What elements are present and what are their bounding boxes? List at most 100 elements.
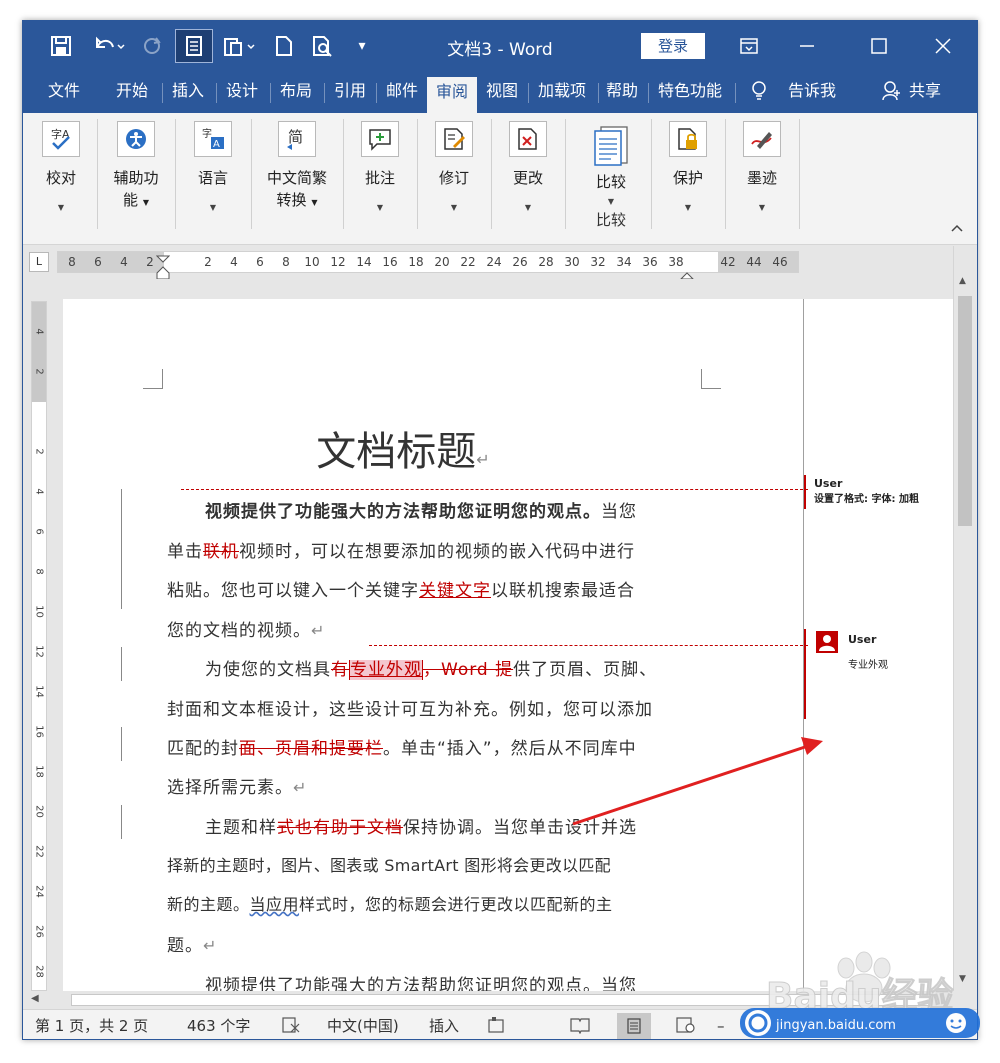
ruler-number: 16 bbox=[382, 255, 398, 269]
vruler-number: 10 bbox=[33, 605, 45, 618]
tab-view[interactable]: 视图 bbox=[479, 71, 525, 113]
ruler-number: 20 bbox=[434, 255, 450, 269]
tab-home[interactable]: 开始 bbox=[107, 71, 157, 113]
changes-label: 更改 bbox=[512, 169, 543, 187]
accessibility-label-line1: 辅助功 bbox=[113, 169, 159, 187]
svg-text:简: 简 bbox=[288, 128, 303, 146]
language-status[interactable]: 中文(中国) bbox=[327, 1016, 399, 1036]
ink-label: 墨迹 bbox=[746, 169, 777, 187]
tell-me-search[interactable]: 告诉我 bbox=[779, 71, 845, 113]
tab-file[interactable]: 文件 bbox=[35, 71, 93, 113]
read-mode-icon[interactable] bbox=[569, 1016, 591, 1039]
minimize-icon[interactable] bbox=[785, 29, 829, 63]
vertical-scrollbar[interactable]: ▲ ▼ bbox=[953, 246, 975, 991]
vruler-number: 24 bbox=[33, 885, 45, 898]
comments-button[interactable]: 批注 ▼ bbox=[349, 117, 411, 239]
ruler-number: 26 bbox=[512, 255, 528, 269]
accessibility-icon bbox=[117, 121, 155, 157]
annotation-arrow bbox=[572, 737, 823, 826]
scroll-thumb[interactable] bbox=[958, 296, 972, 526]
language-label: 语言 bbox=[197, 169, 228, 187]
ink-button[interactable]: 墨迹 ▼ bbox=[731, 117, 793, 239]
tab-selector[interactable]: L bbox=[29, 252, 49, 272]
title-bar: ▾ 文档3 - Word 登录 bbox=[23, 21, 977, 71]
proofing-label: 校对 bbox=[45, 169, 76, 187]
tab-help[interactable]: 帮助 bbox=[599, 71, 645, 113]
ruler-track[interactable]: 8 6 4 2 2 4 6 8 10 12 14 16 18 20 22 24 26 28 30 32 34 36 38 42… bbox=[57, 251, 799, 280]
document-view-icon[interactable] bbox=[175, 29, 213, 63]
paste-icon[interactable] bbox=[217, 29, 261, 63]
scroll-up-icon[interactable]: ▲ bbox=[959, 276, 966, 286]
page-count[interactable]: 第 1 页，共 2 页 bbox=[35, 1016, 148, 1036]
ruler-number: 32 bbox=[590, 255, 606, 269]
web-layout-icon[interactable] bbox=[675, 1016, 697, 1039]
spelling-check-icon: 字A bbox=[42, 121, 80, 157]
user-share-icon[interactable] bbox=[877, 71, 905, 113]
ruler-number: 30 bbox=[564, 255, 580, 269]
save-icon[interactable] bbox=[41, 29, 81, 63]
chinese-conversion-icon: 简 bbox=[278, 121, 316, 157]
ribbon-separator bbox=[343, 119, 344, 229]
tab-references[interactable]: 引用 bbox=[325, 71, 375, 113]
vruler-top-margin bbox=[32, 302, 46, 402]
print-preview-icon[interactable] bbox=[307, 29, 339, 63]
protect-button[interactable]: 保护 ▼ bbox=[657, 117, 719, 239]
accessibility-label-line2: 能 ▼ bbox=[123, 191, 149, 209]
ruler-number: 42 bbox=[720, 255, 736, 269]
ruler-number: 28 bbox=[538, 255, 554, 269]
ruler-number: 8 bbox=[282, 255, 290, 269]
ribbon-separator bbox=[565, 119, 566, 229]
svg-text:字: 字 bbox=[202, 127, 212, 140]
accessibility-button[interactable]: 辅助功 能 ▼ bbox=[103, 117, 169, 239]
macro-record-icon[interactable] bbox=[487, 1016, 507, 1039]
collapse-ribbon-icon[interactable] bbox=[951, 221, 963, 235]
proofing-button[interactable]: 字A 校对 ▼ bbox=[31, 117, 91, 239]
chevron-down-icon: ▼ bbox=[376, 203, 384, 212]
ruler-number: 10 bbox=[304, 255, 320, 269]
undo-icon[interactable] bbox=[87, 29, 133, 63]
tab-insert[interactable]: 插入 bbox=[163, 71, 213, 113]
reject-change-icon bbox=[509, 121, 547, 157]
tracking-button[interactable]: 修订 ▼ bbox=[423, 117, 485, 239]
comments-label: 批注 bbox=[364, 169, 395, 187]
ribbon-display-options-icon[interactable] bbox=[727, 29, 771, 63]
word-count[interactable]: 463 个字 bbox=[187, 1016, 250, 1036]
chevron-down-icon: ▼ bbox=[450, 203, 458, 212]
vertical-ruler: 4 2 2 4 6 8 10 12 14 16 18 20 22 24 26 28 bbox=[31, 301, 47, 991]
tab-special-features[interactable]: 特色功能 bbox=[649, 71, 731, 113]
close-icon[interactable] bbox=[921, 29, 965, 63]
customize-quick-access-icon[interactable]: ▾ bbox=[349, 29, 375, 63]
insert-mode[interactable]: 插入 bbox=[429, 1016, 459, 1036]
zoom-out-icon[interactable]: – bbox=[717, 1016, 725, 1036]
tab-addins[interactable]: 加载项 bbox=[529, 71, 595, 113]
document-canvas: 文档标题↵ 视频提供了功能强大的方法帮助您证明您的观点。当您 单击联机视频时，可… bbox=[53, 279, 953, 991]
scroll-left-icon[interactable]: ◀ bbox=[31, 993, 39, 1004]
tab-design[interactable]: 设计 bbox=[217, 71, 267, 113]
login-button[interactable]: 登录 bbox=[641, 33, 705, 59]
vruler-number: 2 bbox=[33, 448, 45, 455]
ruler-number: 34 bbox=[616, 255, 632, 269]
tab-layout[interactable]: 布局 bbox=[271, 71, 321, 113]
vruler-number: 28 bbox=[33, 965, 45, 978]
language-button[interactable]: 字A 语言 ▼ bbox=[181, 117, 245, 239]
changes-button[interactable]: 更改 ▼ bbox=[497, 117, 559, 239]
ribbon-separator bbox=[491, 119, 492, 229]
share-button[interactable]: 共享 bbox=[903, 71, 947, 113]
redo-icon[interactable] bbox=[137, 29, 167, 63]
tab-review[interactable]: 审阅 bbox=[427, 77, 477, 113]
maximize-icon[interactable] bbox=[857, 29, 901, 63]
new-document-icon[interactable] bbox=[269, 29, 299, 63]
tab-mailings[interactable]: 邮件 bbox=[377, 71, 427, 113]
tracking-label: 修订 bbox=[438, 169, 469, 187]
baidu-watermark: Baidu经验 jingyan.baidu.com bbox=[730, 950, 990, 1045]
ruler-number: 46 bbox=[772, 255, 788, 269]
ruler-number: 36 bbox=[642, 255, 658, 269]
tab-divider bbox=[735, 83, 736, 103]
lightbulb-icon[interactable] bbox=[743, 71, 775, 113]
print-layout-icon[interactable] bbox=[617, 1013, 651, 1039]
ink-pen-icon bbox=[743, 121, 781, 157]
chevron-down-icon: ▼ bbox=[758, 203, 766, 212]
proofing-status-icon[interactable] bbox=[281, 1016, 301, 1039]
ruler-number: 44 bbox=[746, 255, 762, 269]
chinese-conversion-button[interactable]: 简 中文简繁 转换 ▼ bbox=[257, 117, 337, 239]
